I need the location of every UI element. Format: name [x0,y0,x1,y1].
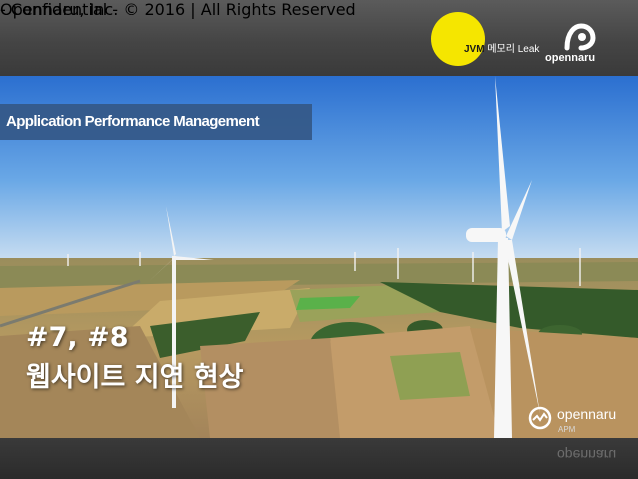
badge-sub: APM [558,425,576,434]
apm-banner: Application Performance Management [0,104,312,140]
opennaru-wordmark: opennaru [545,52,596,64]
title-jvm: JVM [464,44,485,55]
opennaru-logo-icon [564,23,596,51]
headline-number: #7, #8 [26,322,129,353]
title-rest: 메모리 Leak [484,44,540,55]
headline-subject: 웹사이트 지연 현상 [26,362,244,393]
slide-topic-title: JVM 메모리 Leak [464,40,539,55]
apm-gauge-icon [528,406,552,430]
slide: - Confidential - Opennaru, Inc. © 2016 |… [0,0,638,479]
opennaru-apm-badge: opennaru APM opennaru [525,403,635,463]
opennaru-logo: opennaru [545,22,625,70]
footer-copyright: Opennaru, Inc. © 2016 | All Rights Reser… [0,0,356,19]
badge-reflection: opennaru [557,447,617,463]
slide-headline: #7, #8 웹사이트 지연 현상 [26,322,244,394]
yellow-accent-circle [431,12,485,66]
apm-banner-label: Application Performance Management [6,113,260,130]
badge-name: opennaru [557,406,617,422]
